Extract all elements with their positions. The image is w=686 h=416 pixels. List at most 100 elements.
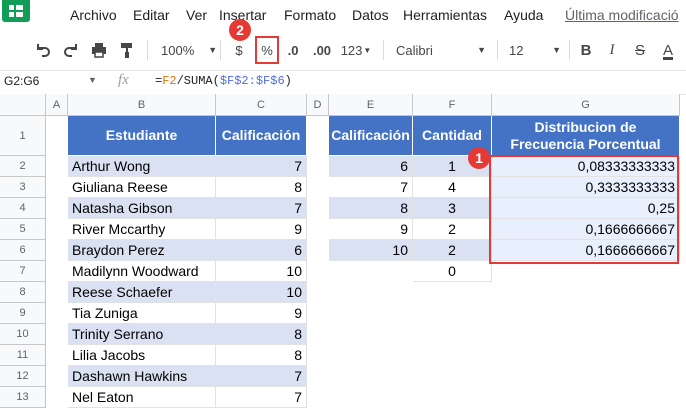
cell-student-name[interactable]: Reese Schaefer: [68, 282, 216, 303]
more-formats-button[interactable]: 123 ▼: [338, 30, 374, 70]
increase-decimal-button[interactable]: .00: [311, 30, 333, 70]
cell-student-name[interactable]: Arthur Wong: [68, 156, 216, 177]
cell-count[interactable]: 2: [413, 219, 492, 240]
row-header-2[interactable]: 2: [0, 156, 46, 177]
zoom-select[interactable]: 100% ▼: [155, 30, 217, 70]
row-header-9[interactable]: 9: [0, 303, 46, 324]
row-header-10[interactable]: 10: [0, 324, 46, 345]
row-header-6[interactable]: 6: [0, 240, 46, 261]
cell-grade-value[interactable]: 6: [329, 156, 413, 177]
cell-frequency-percent[interactable]: 0,1666666667: [492, 219, 680, 240]
bold-button[interactable]: B: [577, 30, 595, 70]
formula-range: $F$2:$F$6: [219, 74, 285, 88]
cell-count[interactable]: 4: [413, 177, 492, 198]
strikethrough-button[interactable]: S: [631, 30, 649, 70]
font-size-value: 12: [509, 42, 524, 58]
row-header-3[interactable]: 3: [0, 177, 46, 198]
cell-grade[interactable]: 7: [216, 198, 307, 219]
cell-student-name[interactable]: Trinity Serrano: [68, 324, 216, 345]
menu-ayuda[interactable]: Ayuda: [504, 7, 543, 23]
step-badge-1: 1: [468, 147, 490, 169]
cell-student-name[interactable]: Lilia Jacobs: [68, 345, 216, 366]
column-header-g[interactable]: G: [492, 94, 680, 116]
cell-student-name[interactable]: Dashawn Hawkins: [68, 366, 216, 387]
cell-grade-value[interactable]: 9: [329, 219, 413, 240]
row-header-13[interactable]: 13: [0, 387, 46, 408]
cell-grade-value[interactable]: 10: [329, 240, 413, 261]
chevron-down-icon[interactable]: ▼: [88, 75, 97, 85]
text-color-button[interactable]: A: [659, 30, 677, 70]
formula-input[interactable]: =F2/SUMA($F$2:$F$6): [155, 74, 292, 88]
last-edit-link[interactable]: Última modificació: [565, 7, 679, 23]
cell-grade[interactable]: 10: [216, 282, 307, 303]
row-header-4[interactable]: 4: [0, 198, 46, 219]
column-header-f[interactable]: F: [413, 94, 492, 116]
row-header-11[interactable]: 11: [0, 345, 46, 366]
cell-frequency-percent[interactable]: 0,08333333333: [492, 156, 680, 177]
name-box[interactable]: G2:G6: [4, 74, 39, 88]
row-header-5[interactable]: 5: [0, 219, 46, 240]
cell-grade[interactable]: 7: [216, 156, 307, 177]
menu-herramientas[interactable]: Herramientas: [403, 7, 487, 23]
cell-grade[interactable]: 10: [216, 261, 307, 282]
cell-grade[interactable]: 8: [216, 345, 307, 366]
percent-format-button[interactable]: %: [257, 30, 277, 70]
menu-formato[interactable]: Formato: [284, 7, 336, 23]
column-header-b[interactable]: B: [68, 94, 216, 116]
cell-student-name[interactable]: Giuliana Reese: [68, 177, 216, 198]
cell-f7[interactable]: 0: [413, 261, 492, 282]
cell-frequency-percent[interactable]: 0,3333333333: [492, 177, 680, 198]
row-header-12[interactable]: 12: [0, 366, 46, 387]
chevron-down-icon: ▼: [363, 45, 372, 55]
cell-student-name[interactable]: Madilynn Woodward: [68, 261, 216, 282]
step-badge-2: 2: [229, 19, 251, 41]
cell-frequency-percent[interactable]: 0,25: [492, 198, 680, 219]
select-all-corner[interactable]: [0, 94, 46, 116]
row-header-7[interactable]: 7: [0, 261, 46, 282]
menu-archivo[interactable]: Archivo: [70, 7, 117, 23]
cell-grade-value[interactable]: 8: [329, 198, 413, 219]
header-calificacion[interactable]: Calificación: [216, 116, 307, 156]
cell-student-name[interactable]: Natasha Gibson: [68, 198, 216, 219]
redo-icon[interactable]: [60, 30, 82, 70]
cell-student-name[interactable]: Braydon Perez: [68, 240, 216, 261]
header-estudiante[interactable]: Estudiante: [68, 116, 216, 156]
font-family-select[interactable]: Calibri ▼: [392, 30, 492, 70]
paint-format-icon[interactable]: [116, 30, 138, 70]
menu-editar[interactable]: Editar: [133, 7, 170, 23]
cell-grade-value[interactable]: 7: [329, 177, 413, 198]
italic-button[interactable]: I: [603, 30, 621, 70]
menu-bar: Archivo Editar Ver Insertar Formato Dato…: [0, 0, 686, 30]
cell-grade[interactable]: 6: [216, 240, 307, 261]
menu-datos[interactable]: Datos: [352, 7, 389, 23]
cell-grade[interactable]: 9: [216, 303, 307, 324]
cell-count[interactable]: 2: [413, 240, 492, 261]
cell-student-name[interactable]: Nel Eaton: [68, 387, 216, 408]
row-header-1[interactable]: 1: [0, 116, 46, 156]
header-calificacion-2[interactable]: Calificación: [329, 116, 413, 156]
cell-student-name[interactable]: Tia Zuniga: [68, 303, 216, 324]
menu-ver[interactable]: Ver: [186, 7, 207, 23]
undo-icon[interactable]: [32, 30, 54, 70]
column-header-e[interactable]: E: [329, 94, 413, 116]
cell-grade[interactable]: 7: [216, 366, 307, 387]
column-header-a[interactable]: A: [46, 94, 68, 116]
chevron-down-icon: ▼: [552, 45, 561, 55]
cell-grade[interactable]: 8: [216, 177, 307, 198]
font-family-value: Calibri: [396, 42, 433, 58]
decrease-decimal-button[interactable]: .0: [283, 30, 303, 70]
header-distribucion[interactable]: Distribucion de Frecuencia Porcentual: [492, 116, 680, 156]
cell-student-name[interactable]: River Mccarthy: [68, 219, 216, 240]
row-header-8[interactable]: 8: [0, 282, 46, 303]
cell-grade[interactable]: 7: [216, 387, 307, 408]
cell-frequency-percent[interactable]: 0,1666666667: [492, 240, 680, 261]
zoom-value: 100%: [161, 42, 195, 58]
column-header-d[interactable]: D: [307, 94, 329, 116]
cell-count[interactable]: 3: [413, 198, 492, 219]
font-size-select[interactable]: 12 ▼: [505, 30, 565, 70]
print-icon[interactable]: [88, 30, 110, 70]
column-header-c[interactable]: C: [216, 94, 307, 116]
sheets-logo-icon[interactable]: [2, 0, 30, 22]
cell-grade[interactable]: 9: [216, 219, 307, 240]
cell-grade[interactable]: 8: [216, 324, 307, 345]
